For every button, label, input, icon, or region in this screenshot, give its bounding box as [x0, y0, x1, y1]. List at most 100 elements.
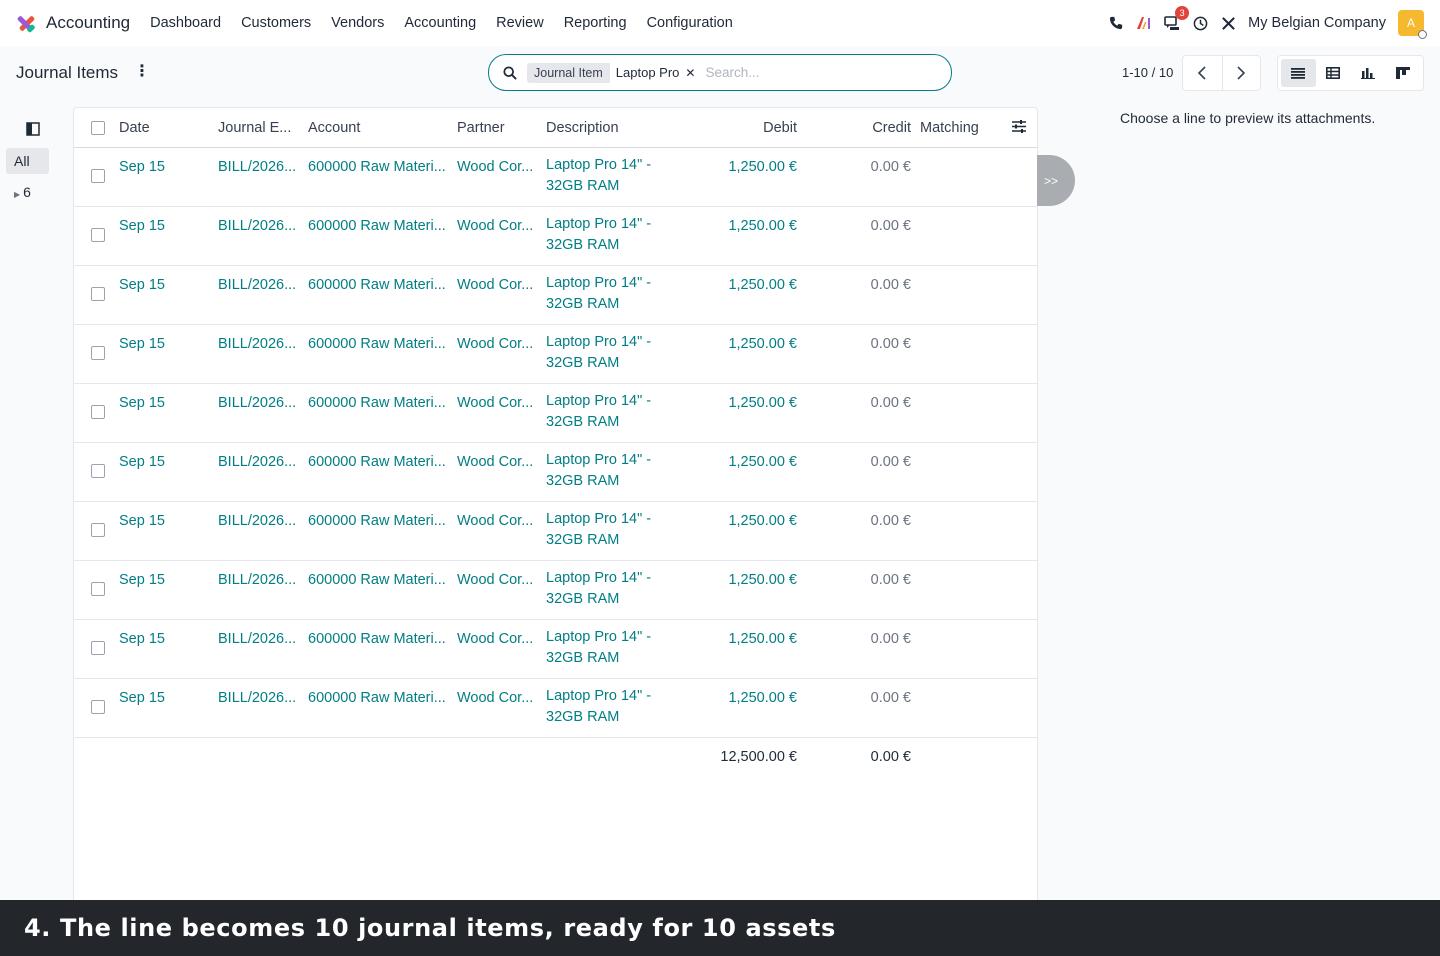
cell-date[interactable]: Sep 15	[119, 571, 209, 589]
cell-description[interactable]: Laptop Pro 14" - 32GB RAM	[546, 391, 666, 433]
panel-toggle-icon[interactable]	[26, 122, 40, 139]
cell-partner[interactable]: Wood Cor...	[457, 630, 537, 648]
cell-debit[interactable]: 1,250.00 €	[694, 571, 797, 589]
cell-credit[interactable]: 0.00 €	[834, 217, 911, 235]
cell-description[interactable]: Laptop Pro 14" - 32GB RAM	[546, 450, 666, 492]
cell-description[interactable]: Laptop Pro 14" - 32GB RAM	[546, 332, 666, 374]
graph-view-button[interactable]	[1351, 59, 1386, 87]
filter-group[interactable]: ▶ 6	[14, 184, 31, 200]
cell-debit[interactable]: 1,250.00 €	[694, 689, 797, 707]
row-checkbox[interactable]	[91, 228, 105, 242]
cell-description[interactable]: Laptop Pro 14" - 32GB RAM	[546, 686, 666, 728]
cell-debit[interactable]: 1,250.00 €	[694, 217, 797, 235]
cell-description[interactable]: Laptop Pro 14" - 32GB RAM	[546, 214, 666, 256]
col-journal-entry[interactable]: Journal E...	[218, 120, 291, 136]
cell-account[interactable]: 600000 Raw Materi...	[308, 453, 448, 471]
search-input[interactable]	[705, 65, 906, 80]
row-checkbox[interactable]	[91, 641, 105, 655]
cell-debit[interactable]: 1,250.00 €	[694, 158, 797, 176]
cell-debit[interactable]: 1,250.00 €	[694, 394, 797, 412]
cell-partner[interactable]: Wood Cor...	[457, 335, 537, 353]
cell-partner[interactable]: Wood Cor...	[457, 217, 537, 235]
cell-account[interactable]: 600000 Raw Materi...	[308, 276, 448, 294]
table-row[interactable]: Sep 15 BILL/2026... 600000 Raw Materi... Wo…	[74, 443, 1037, 502]
cell-description[interactable]: Laptop Pro 14" - 32GB RAM	[546, 155, 666, 197]
cell-debit[interactable]: 1,250.00 €	[694, 453, 797, 471]
cell-credit[interactable]: 0.00 €	[834, 453, 911, 471]
nav-vendors[interactable]: Vendors	[331, 15, 384, 31]
row-checkbox[interactable]	[91, 405, 105, 419]
cell-account[interactable]: 600000 Raw Materi...	[308, 689, 448, 707]
cell-journal-entry[interactable]: BILL/2026...	[218, 453, 300, 471]
select-all-checkbox[interactable]	[91, 121, 105, 135]
cell-account[interactable]: 600000 Raw Materi...	[308, 630, 448, 648]
cell-journal-entry[interactable]: BILL/2026...	[218, 217, 300, 235]
cell-account[interactable]: 600000 Raw Materi...	[308, 512, 448, 530]
col-partner[interactable]: Partner	[457, 120, 505, 136]
nav-accounting[interactable]: Accounting	[404, 15, 476, 31]
search-bar[interactable]: Journal Item Laptop Pro ✕	[488, 54, 952, 91]
cell-account[interactable]: 600000 Raw Materi...	[308, 571, 448, 589]
list-view-button[interactable]	[1281, 59, 1316, 87]
cell-partner[interactable]: Wood Cor...	[457, 158, 537, 176]
clock-icon[interactable]	[1192, 15, 1208, 31]
nav-configuration[interactable]: Configuration	[647, 15, 733, 31]
row-checkbox[interactable]	[91, 582, 105, 596]
cell-date[interactable]: Sep 15	[119, 276, 209, 294]
cell-credit[interactable]: 0.00 €	[834, 630, 911, 648]
cell-description[interactable]: Laptop Pro 14" - 32GB RAM	[546, 509, 666, 551]
nav-customers[interactable]: Customers	[241, 15, 311, 31]
cell-date[interactable]: Sep 15	[119, 689, 209, 707]
cell-partner[interactable]: Wood Cor...	[457, 394, 537, 412]
cell-date[interactable]: Sep 15	[119, 512, 209, 530]
cell-partner[interactable]: Wood Cor...	[457, 689, 537, 707]
nav-reporting[interactable]: Reporting	[564, 15, 627, 31]
row-checkbox[interactable]	[91, 700, 105, 714]
cell-account[interactable]: 600000 Raw Materi...	[308, 158, 448, 176]
table-row[interactable]: Sep 15 BILL/2026... 600000 Raw Materi... Wo…	[74, 561, 1037, 620]
row-checkbox[interactable]	[91, 523, 105, 537]
col-matching[interactable]: Matching	[920, 120, 979, 136]
cell-credit[interactable]: 0.00 €	[834, 335, 911, 353]
cell-account[interactable]: 600000 Raw Materi...	[308, 335, 448, 353]
table-row[interactable]: Sep 15 BILL/2026... 600000 Raw Materi... Wo…	[74, 384, 1037, 443]
row-checkbox[interactable]	[91, 169, 105, 183]
cell-journal-entry[interactable]: BILL/2026...	[218, 571, 300, 589]
table-row[interactable]: Sep 15 BILL/2026... 600000 Raw Materi... Wo…	[74, 620, 1037, 679]
row-checkbox[interactable]	[91, 287, 105, 301]
cell-journal-entry[interactable]: BILL/2026...	[218, 512, 300, 530]
table-row[interactable]: Sep 15 BILL/2026... 600000 Raw Materi... Wo…	[74, 266, 1037, 325]
cell-debit[interactable]: 1,250.00 €	[694, 630, 797, 648]
table-row[interactable]: Sep 15 BILL/2026... 600000 Raw Materi... Wo…	[74, 502, 1037, 561]
cell-partner[interactable]: Wood Cor...	[457, 453, 537, 471]
cell-journal-entry[interactable]: BILL/2026...	[218, 394, 300, 412]
company-switcher[interactable]: My Belgian Company	[1248, 15, 1386, 31]
cell-credit[interactable]: 0.00 €	[834, 276, 911, 294]
expand-preview-button[interactable]: >>	[1037, 155, 1075, 206]
cell-date[interactable]: Sep 15	[119, 394, 209, 412]
cell-journal-entry[interactable]: BILL/2026...	[218, 630, 300, 648]
cell-journal-entry[interactable]: BILL/2026...	[218, 689, 300, 707]
cell-credit[interactable]: 0.00 €	[834, 571, 911, 589]
cell-debit[interactable]: 1,250.00 €	[694, 276, 797, 294]
col-credit[interactable]: Credit	[834, 120, 911, 136]
chat-icon[interactable]: 3	[1164, 6, 1190, 31]
cell-journal-entry[interactable]: BILL/2026...	[218, 335, 300, 353]
tools-icon[interactable]	[1220, 15, 1236, 31]
ai-icon[interactable]	[1136, 15, 1152, 31]
cell-journal-entry[interactable]: BILL/2026...	[218, 276, 300, 294]
pager-previous-button[interactable]	[1183, 56, 1222, 90]
pivot-view-button[interactable]	[1316, 59, 1351, 87]
cell-account[interactable]: 600000 Raw Materi...	[308, 394, 448, 412]
table-row[interactable]: Sep 15 BILL/2026... 600000 Raw Materi... Wo…	[74, 148, 1037, 207]
cell-date[interactable]: Sep 15	[119, 217, 209, 235]
user-avatar[interactable]: A	[1398, 10, 1427, 39]
cell-date[interactable]: Sep 15	[119, 630, 209, 648]
cell-date[interactable]: Sep 15	[119, 158, 209, 176]
col-debit[interactable]: Debit	[694, 120, 797, 136]
cell-description[interactable]: Laptop Pro 14" - 32GB RAM	[546, 273, 666, 315]
facet-remove-icon[interactable]: ✕	[685, 66, 695, 80]
cell-debit[interactable]: 1,250.00 €	[694, 512, 797, 530]
cell-debit[interactable]: 1,250.00 €	[694, 335, 797, 353]
cell-partner[interactable]: Wood Cor...	[457, 571, 537, 589]
